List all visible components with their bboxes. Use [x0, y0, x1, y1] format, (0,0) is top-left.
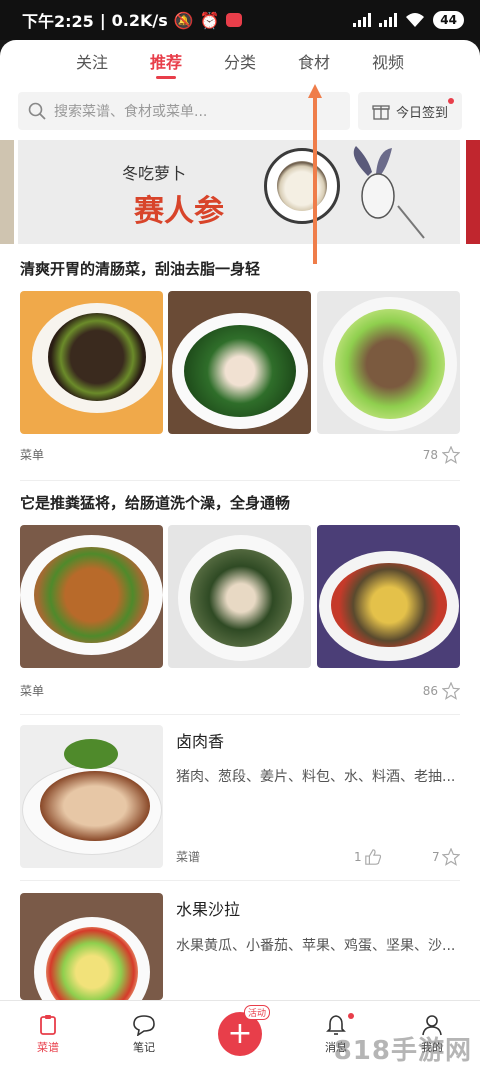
swipe-arrow-icon — [308, 84, 322, 264]
tab-ingredients[interactable]: 食材 — [298, 49, 330, 79]
app-notification-icon — [225, 13, 242, 27]
divider — [20, 714, 460, 715]
search-row: 搜索菜谱、食材或菜单... 今日签到 — [18, 92, 462, 130]
favorite-count-text: 86 — [422, 684, 438, 698]
section-title[interactable]: 它是推粪猛将，给肠道洗个澡，全身通畅 — [20, 492, 290, 513]
recipe-ingredients: 水果黄瓜、小番茄、苹果、鸡蛋、坚果、沙... — [176, 938, 456, 954]
top-tabs: 关注 推荐 分类 食材 视频 — [0, 40, 480, 88]
like-count[interactable]: 1 — [354, 848, 382, 866]
tab-category[interactable]: 分类 — [224, 49, 256, 79]
recipe-ingredients: 猪肉、葱段、姜片、料包、水、料酒、老抽... — [176, 769, 456, 785]
signal-icon-2 — [379, 13, 398, 27]
chat-bubble-icon — [133, 1014, 155, 1036]
favorite-count[interactable]: 7 — [432, 848, 460, 866]
recipe-title[interactable]: 卤肉香 — [176, 728, 224, 752]
search-input[interactable]: 搜索菜谱、食材或菜单... — [18, 92, 350, 130]
checkin-button[interactable]: 今日签到 — [358, 92, 462, 130]
section-thumb[interactable] — [20, 525, 163, 668]
star-icon — [442, 682, 460, 700]
app-screen: 关注 推荐 分类 食材 视频 搜索菜谱、食材或菜单... 今日签到 冬吃萝卜 赛… — [0, 40, 480, 1067]
banner-bowl-image — [264, 148, 340, 224]
star-icon — [442, 446, 460, 464]
nav-notes[interactable]: 笔记 — [96, 1001, 192, 1067]
section-thumb[interactable] — [20, 291, 163, 434]
battery-indicator: 44 — [433, 11, 464, 29]
banner-subtitle: 冬吃萝卜 — [122, 164, 187, 183]
recipe-thumb[interactable] — [20, 893, 163, 1000]
section-title[interactable]: 清爽开胃的清肠菜，刮油去脂一身轻 — [20, 258, 260, 279]
banner-prev-peek[interactable] — [0, 140, 14, 244]
alarm-icon: ⏰ — [199, 10, 220, 30]
section-thumb[interactable] — [317, 525, 460, 668]
thumbs-up-icon — [364, 849, 381, 865]
banner[interactable]: 冬吃萝卜 赛人参 — [18, 140, 460, 244]
wifi-icon — [406, 13, 425, 27]
favorite-count-text: 78 — [422, 448, 438, 462]
section-thumb[interactable] — [317, 291, 460, 434]
search-icon — [28, 102, 46, 120]
mute-icon: 🔕 — [173, 10, 194, 30]
gift-icon — [372, 105, 390, 120]
like-count-text: 1 — [354, 850, 362, 864]
banner-title: 赛人参 — [134, 194, 224, 229]
network-speed: 0.2K/s — [111, 10, 168, 30]
star-icon — [441, 848, 460, 866]
recipe-category: 菜谱 — [176, 850, 201, 864]
recipe-title[interactable]: 水果沙拉 — [176, 896, 240, 920]
clipboard-icon — [40, 1014, 56, 1035]
activity-badge: 活动 — [244, 1005, 271, 1020]
nav-recipes[interactable]: 菜谱 — [0, 1001, 96, 1067]
section-thumb[interactable] — [168, 525, 311, 668]
status-time: 下午2:25 — [22, 12, 94, 31]
tab-follow[interactable]: 关注 — [76, 49, 108, 79]
section-type: 菜单 — [20, 448, 45, 462]
message-dot — [348, 1013, 354, 1019]
tab-recommend[interactable]: 推荐 — [150, 49, 182, 79]
status-bar: 下午2:25 | 0.2K/s 🔕 ⏰ 44 — [0, 0, 480, 40]
favorite-count[interactable]: 78 — [423, 446, 460, 464]
banner-next-peek[interactable] — [466, 140, 480, 244]
nav-notes-label: 笔记 — [133, 1040, 155, 1054]
checkin-label: 今日签到 — [395, 105, 448, 121]
favorite-count[interactable]: 86 — [423, 682, 460, 700]
nav-add[interactable]: + 活动 — [192, 1001, 288, 1067]
section-thumb[interactable] — [168, 291, 311, 434]
section-type: 菜单 — [20, 684, 45, 698]
divider — [20, 880, 460, 881]
nav-recipes-label: 菜谱 — [37, 1040, 59, 1054]
divider — [20, 480, 460, 481]
radish-icon — [353, 146, 425, 239]
recipe-thumb[interactable] — [20, 725, 163, 868]
signal-icon — [353, 13, 372, 27]
favorite-count-text: 7 — [432, 850, 440, 864]
search-placeholder: 搜索菜谱、食材或菜单... — [54, 104, 208, 120]
watermark: 818手游网 — [333, 1036, 472, 1066]
tab-video[interactable]: 视频 — [372, 49, 404, 79]
checkin-dot — [448, 98, 454, 104]
